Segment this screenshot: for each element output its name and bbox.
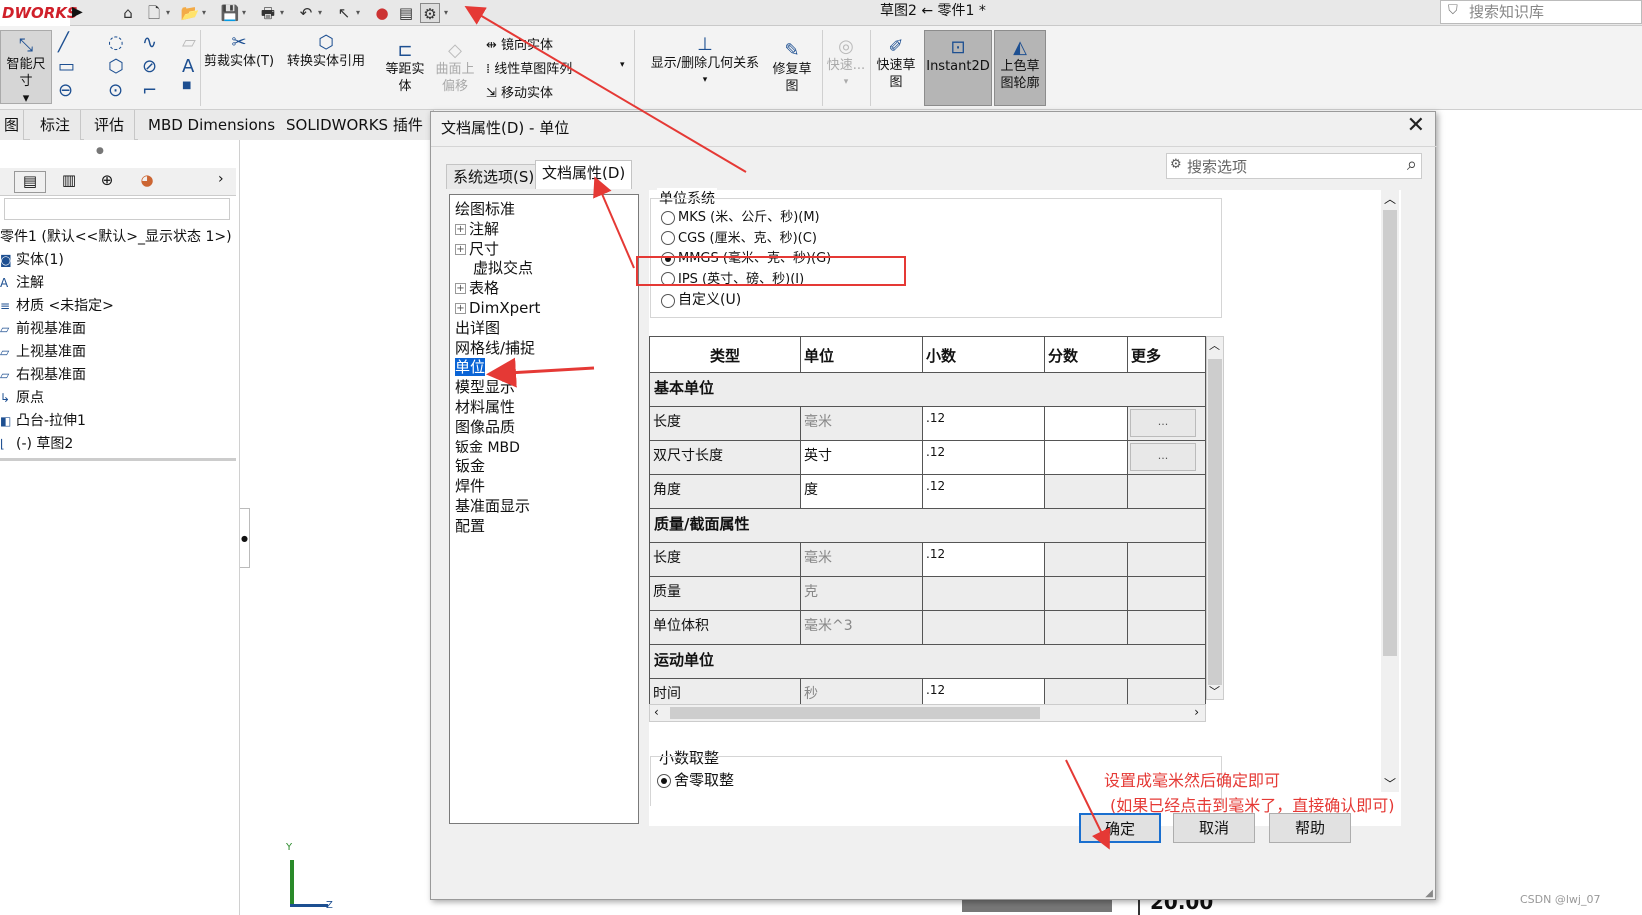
annotation-arrows (464, 5, 1110, 850)
arrow-to-document-tab (593, 176, 635, 269)
arrow-to-ok (1065, 759, 1110, 850)
arrow-to-options (464, 5, 747, 173)
arrow-to-units (486, 357, 595, 388)
